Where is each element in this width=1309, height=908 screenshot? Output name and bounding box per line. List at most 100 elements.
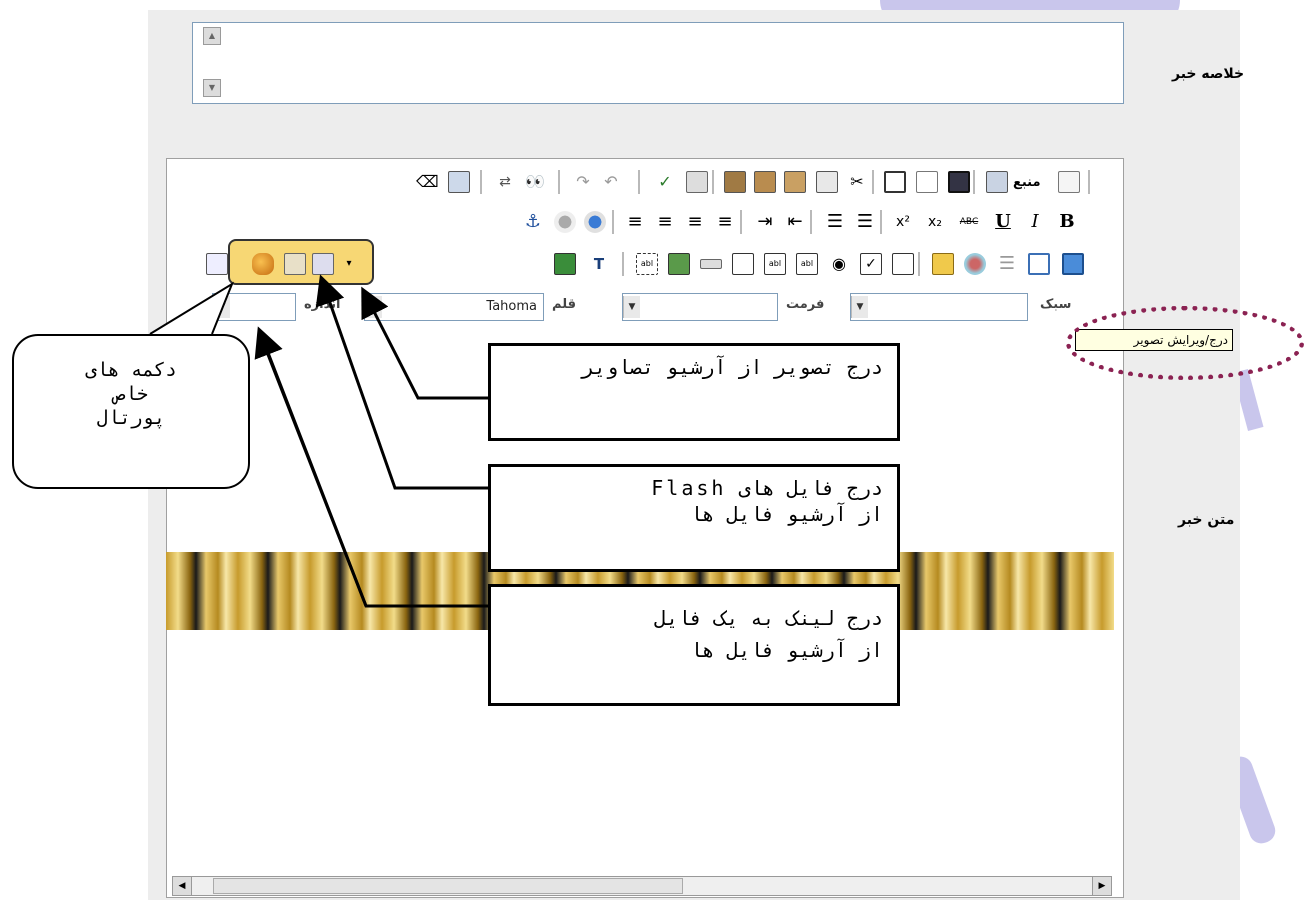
- toolbar-separator: [638, 170, 640, 194]
- bullet-list-icon[interactable]: ☰: [824, 211, 846, 233]
- align-center-icon[interactable]: ≡: [684, 211, 706, 233]
- scroll-left-button[interactable]: ◀: [173, 877, 192, 895]
- chevron-down-icon: ▼: [851, 296, 868, 318]
- bubble-line1: دکمه های: [85, 359, 177, 381]
- callout-text-line2: از آرشیو فایل ها: [690, 638, 883, 662]
- indent-icon[interactable]: ⇥: [754, 211, 776, 233]
- horizontal-scrollbar[interactable]: ◀ ▶: [172, 876, 1112, 896]
- smiley-icon[interactable]: [964, 253, 986, 275]
- superscript-icon[interactable]: x²: [892, 211, 914, 233]
- subscript-icon[interactable]: x₂: [924, 211, 946, 233]
- toolbar-separator: [740, 210, 742, 234]
- image-icon[interactable]: [1062, 253, 1084, 275]
- font-value: Tahoma: [486, 299, 537, 314]
- summary-textarea[interactable]: ▲ ▼: [192, 22, 1124, 104]
- redo-icon[interactable]: ↷: [572, 171, 594, 193]
- font-select[interactable]: ▼ Tahoma: [364, 293, 544, 321]
- toolbar-row-1: منبع ✂ ✓ ↶ ↷ 👀 ⇄ ⌫: [168, 163, 1122, 201]
- body-label: متن خبر: [1178, 512, 1235, 528]
- toolbar-separator: [918, 252, 920, 276]
- tooltip-highlight-circle: [1066, 306, 1304, 380]
- table-icon[interactable]: [1028, 253, 1050, 275]
- paste-word-icon[interactable]: [724, 171, 746, 193]
- select-field-icon[interactable]: [732, 253, 754, 275]
- insert-image-from-archive-icon[interactable]: [284, 253, 306, 275]
- document-icon[interactable]: [206, 253, 228, 275]
- style-select[interactable]: ▼: [850, 293, 1028, 321]
- align-right-icon[interactable]: ≡: [714, 211, 736, 233]
- size-select[interactable]: ▼: [212, 293, 296, 321]
- dropdown-arrow-icon[interactable]: ▾: [338, 253, 360, 275]
- horizontal-rule-icon[interactable]: ☰: [996, 253, 1018, 275]
- copy-icon[interactable]: [816, 171, 838, 193]
- toolbar-separator: [558, 170, 560, 194]
- callout-insert-link: درج لینک به یک فایل از آرشیو فایل ها: [488, 584, 900, 706]
- italic-icon[interactable]: I: [1024, 211, 1046, 233]
- spellcheck-icon[interactable]: ✓: [654, 171, 676, 193]
- format-select[interactable]: ▼: [622, 293, 778, 321]
- toolbar-separator: [1088, 170, 1090, 194]
- cut-icon[interactable]: ✂: [846, 171, 868, 193]
- unlink-icon[interactable]: [554, 211, 576, 233]
- callout-text-line1: درج فایل های Flash: [651, 476, 883, 500]
- callout-text-line2: از آرشیو فایل ها: [690, 502, 883, 526]
- image-button-icon[interactable]: [668, 253, 690, 275]
- chevron-down-icon: ▼: [213, 296, 230, 318]
- bg-color-icon[interactable]: [554, 253, 576, 275]
- insert-flash-icon[interactable]: [252, 253, 274, 275]
- toolbar-separator: [712, 170, 714, 194]
- outdent-icon[interactable]: ⇤: [784, 211, 806, 233]
- replace-icon[interactable]: ⇄: [494, 171, 516, 193]
- callout-insert-flash: درج فایل های Flash از آرشیو فایل ها: [488, 464, 900, 572]
- radio-icon[interactable]: ◉: [828, 253, 850, 275]
- form-icon[interactable]: [892, 253, 914, 275]
- font-label: قلم: [552, 297, 577, 312]
- checkbox-icon[interactable]: ✓: [860, 253, 882, 275]
- undo-icon[interactable]: ↶: [600, 171, 622, 193]
- toolbar-separator: [612, 210, 614, 234]
- paste-text-icon[interactable]: [754, 171, 776, 193]
- templates-icon[interactable]: [986, 171, 1008, 193]
- numbered-list-icon[interactable]: ☰: [854, 211, 876, 233]
- chevron-down-icon: ▼: [623, 296, 640, 318]
- bubble-line3: پورتال: [96, 407, 166, 429]
- bubble-line2: خاص: [113, 383, 149, 405]
- toolbar-row-2: B I U ABC x₂ x² ☰ ☰ ⇤ ⇥ ≡ ≡ ≡ ≡ ⚓: [168, 203, 1122, 241]
- insert-link-to-file-icon[interactable]: [312, 253, 334, 275]
- summary-label: خلاصه خبر: [1172, 66, 1245, 82]
- callout-insert-image: درج تصویر از آرشیو تصاویر: [488, 343, 900, 441]
- underline-icon[interactable]: U: [992, 211, 1014, 233]
- anchor-icon[interactable]: ⚓: [522, 211, 544, 233]
- select-all-icon[interactable]: [448, 171, 470, 193]
- preview-icon[interactable]: [884, 171, 906, 193]
- source-icon[interactable]: [1058, 171, 1080, 193]
- link-icon[interactable]: [584, 211, 606, 233]
- textfield-icon[interactable]: abl: [796, 253, 818, 275]
- scroll-down-button[interactable]: ▼: [203, 79, 221, 97]
- chevron-down-icon: ▼: [365, 296, 382, 318]
- toolbar-separator: [480, 170, 482, 194]
- textarea-icon[interactable]: abl: [764, 253, 786, 275]
- special-char-icon[interactable]: [932, 253, 954, 275]
- justify-icon[interactable]: ≡: [624, 211, 646, 233]
- save-icon[interactable]: [948, 171, 970, 193]
- remove-format-icon[interactable]: ⌫: [416, 171, 439, 193]
- new-page-icon[interactable]: [916, 171, 938, 193]
- callout-text: درج تصویر از آرشیو تصاویر: [581, 355, 883, 379]
- size-label: اندازه: [304, 297, 341, 312]
- paste-icon[interactable]: [784, 171, 806, 193]
- align-left-icon[interactable]: ≡: [654, 211, 676, 233]
- button-field-icon[interactable]: [700, 259, 722, 269]
- style-label: سبک: [1040, 297, 1072, 312]
- scroll-right-button[interactable]: ▶: [1092, 877, 1111, 895]
- text-color-icon[interactable]: T: [588, 253, 610, 275]
- source-label[interactable]: منبع: [1013, 175, 1041, 190]
- scroll-up-button[interactable]: ▲: [203, 27, 221, 45]
- hidden-field-icon[interactable]: abl: [636, 253, 658, 275]
- toolbar-separator: [973, 170, 975, 194]
- strike-icon[interactable]: ABC: [958, 211, 980, 233]
- scroll-thumb[interactable]: [213, 878, 683, 894]
- find-icon[interactable]: 👀: [524, 171, 546, 193]
- print-icon[interactable]: [686, 171, 708, 193]
- bold-icon[interactable]: B: [1056, 211, 1078, 233]
